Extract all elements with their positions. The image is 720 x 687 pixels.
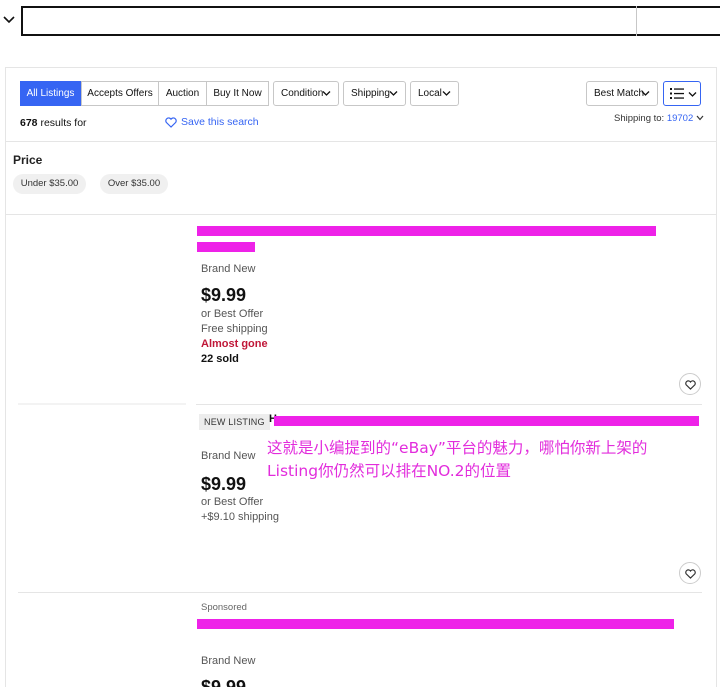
- sort-dropdown[interactable]: Best Match: [586, 81, 658, 106]
- image-edge: [18, 403, 186, 405]
- price-over-35[interactable]: Over $35.00: [100, 174, 168, 194]
- shipping-dropdown-label: Shipping: [351, 88, 390, 99]
- annotation-line-1: 这就是小编提到的“eBay”平台的魅力，哪怕你新上架的: [267, 439, 648, 457]
- listing-urgency: Almost gone: [201, 338, 268, 350]
- heart-icon: [685, 569, 696, 579]
- local-dropdown-label: Local: [418, 88, 442, 99]
- redacted-title: [197, 242, 255, 252]
- tab-auction[interactable]: Auction: [158, 81, 207, 106]
- divider: [6, 141, 716, 142]
- divider: [6, 214, 716, 215]
- listing-price: $9.99: [201, 474, 247, 494]
- search-divider: [636, 6, 637, 36]
- condition-dropdown-label: Condition: [281, 88, 324, 99]
- listing-condition: Brand New: [201, 263, 256, 275]
- chevron-down-icon: [696, 115, 704, 121]
- watch-button[interactable]: [679, 373, 701, 395]
- shipping-dropdown[interactable]: Shipping: [343, 81, 406, 106]
- list-view-icon: [670, 88, 684, 99]
- chevron-down-icon: [389, 91, 398, 96]
- listing-price: $9.99: [201, 677, 247, 687]
- annotation-line-2: Listing你仍然可以排在NO.2的位置: [267, 462, 512, 480]
- redacted-title: [274, 416, 699, 426]
- save-search-label: Save this search: [181, 116, 259, 128]
- shipping-zip: 19702: [666, 113, 694, 124]
- price-filter-title: Price: [13, 153, 43, 167]
- search-input[interactable]: [21, 6, 720, 36]
- listing-offer: or Best Offer: [201, 496, 264, 508]
- tab-accepts-offers[interactable]: Accepts Offers: [81, 81, 159, 106]
- sort-dropdown-label: Best Match: [594, 88, 645, 99]
- local-dropdown[interactable]: Local: [410, 81, 459, 106]
- shipping-to-label: Shipping to:: [614, 113, 665, 124]
- view-toggle-button[interactable]: [663, 81, 701, 106]
- save-search-link[interactable]: Save this search: [165, 116, 259, 128]
- results-count: 678 results for: [20, 117, 87, 129]
- top-search-bar: [0, 0, 720, 44]
- chevron-down-icon: [641, 91, 650, 96]
- watch-button[interactable]: [679, 562, 701, 584]
- chevron-down-icon: [688, 92, 697, 97]
- results-suffix: results for: [40, 117, 87, 129]
- heart-icon: [165, 116, 177, 128]
- divider: [18, 592, 702, 593]
- sponsored-label: Sponsored: [201, 602, 247, 613]
- condition-dropdown[interactable]: Condition: [273, 81, 339, 106]
- chevron-down-icon: [322, 91, 331, 96]
- listing-sold-count: 22 sold: [201, 353, 239, 365]
- listing-shipping: Free shipping: [201, 323, 268, 335]
- chevron-down-icon[interactable]: [2, 12, 16, 26]
- listing-condition: Brand New: [201, 450, 256, 462]
- listing-shipping: +$9.10 shipping: [201, 511, 279, 523]
- divider: [196, 404, 702, 405]
- redacted-title: [197, 226, 656, 236]
- shipping-to[interactable]: Shipping to: 19702: [614, 113, 704, 124]
- tab-all-listings[interactable]: All Listings: [20, 81, 81, 106]
- listing-price: $9.99: [201, 285, 247, 305]
- results-number: 678: [20, 117, 38, 129]
- price-under-35[interactable]: Under $35.00: [13, 174, 86, 194]
- chevron-down-icon: [442, 91, 451, 96]
- results-panel: [5, 67, 717, 687]
- tab-buy-it-now[interactable]: Buy It Now: [206, 81, 269, 106]
- redacted-title: [197, 619, 674, 629]
- listing-condition: Brand New: [201, 655, 256, 667]
- heart-icon: [685, 380, 696, 390]
- listing-offer: or Best Offer: [201, 308, 264, 320]
- new-listing-badge: NEW LISTING: [199, 414, 270, 430]
